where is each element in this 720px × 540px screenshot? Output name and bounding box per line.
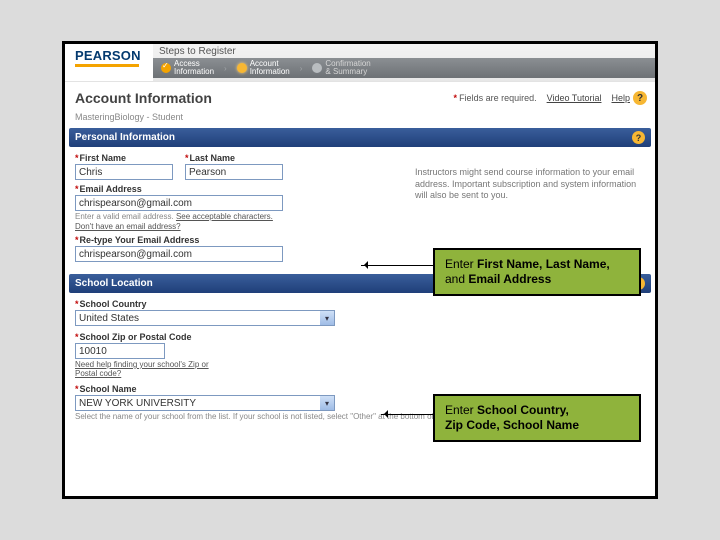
top-bar: PEARSON Steps to Register Access Informa…: [65, 44, 655, 82]
school-band-label: School Location: [75, 278, 153, 289]
step-access-info: Access Information: [153, 58, 222, 78]
country-field: *School Country United States ▾: [75, 299, 335, 326]
registration-frame: PEARSON Steps to Register Access Informa…: [62, 41, 658, 499]
step-separator: ›: [222, 64, 229, 73]
step-confirmation: Confirmation & Summary: [304, 58, 378, 78]
email-label: *Email Address: [75, 184, 283, 194]
step3-line2: & Summary: [325, 67, 367, 76]
callout-school: Enter School Country, Zip Code, School N…: [433, 394, 641, 442]
email-input[interactable]: [75, 195, 283, 211]
help-icon[interactable]: ?: [633, 91, 647, 105]
first-name-input[interactable]: [75, 164, 173, 180]
callout-personal: Enter First Name, Last Name, and Email A…: [433, 248, 641, 296]
help-link[interactable]: Help: [611, 93, 630, 103]
no-email-link[interactable]: Don't have an email address?: [75, 222, 283, 231]
acceptable-chars-link[interactable]: See acceptable characters.: [176, 212, 273, 221]
step-separator: ›: [298, 64, 305, 73]
first-name-label: *First Name: [75, 153, 173, 163]
page-header: Account Information *Fields are required…: [65, 82, 655, 110]
product-subtitle: MasteringBiology - Student: [65, 110, 655, 124]
steps-bar: Access Information › Account Information…: [153, 58, 655, 78]
school-select[interactable]: NEW YORK UNIVERSITY: [75, 395, 335, 411]
video-tutorial-link[interactable]: Video Tutorial: [547, 93, 602, 103]
last-name-field: *Last Name: [185, 153, 283, 180]
steps-wrap: Steps to Register Access Information › A…: [153, 44, 655, 81]
required-note: *Fields are required.: [454, 93, 537, 103]
country-select[interactable]: United States: [75, 310, 335, 326]
header-right: *Fields are required. Video Tutorial Hel…: [454, 91, 647, 105]
zip-input[interactable]: [75, 343, 165, 359]
email-hint: Enter a valid email address. See accepta…: [75, 212, 283, 221]
zip-label: *School Zip or Postal Code: [75, 332, 225, 342]
step1-line2: Information: [174, 67, 214, 76]
check-icon: [161, 63, 171, 73]
first-name-field: *First Name: [75, 153, 173, 180]
last-name-input[interactable]: [185, 164, 283, 180]
school-name-field: *School Name NEW YORK UNIVERSITY ▾ Selec…: [75, 384, 335, 421]
country-select-wrap: United States ▾: [75, 310, 335, 326]
school-select-wrap: NEW YORK UNIVERSITY ▾: [75, 395, 335, 411]
current-step-icon: [237, 63, 247, 73]
page-title: Account Information: [75, 90, 212, 106]
logo-underline: [75, 64, 139, 67]
personal-band-label: Personal Information: [75, 132, 175, 143]
arrow-icon: [361, 265, 433, 266]
zip-help-link[interactable]: Need help finding your school's Zip or P…: [75, 360, 225, 378]
step-account-info: Account Information: [229, 58, 298, 78]
retype-email-field: *Re-type Your Email Address: [75, 235, 283, 262]
pending-step-icon: [312, 63, 322, 73]
help-icon[interactable]: ?: [632, 131, 645, 144]
arrow-icon: [381, 414, 435, 415]
retype-email-label: *Re-type Your Email Address: [75, 235, 283, 245]
email-field: *Email Address Enter a valid email addre…: [75, 184, 283, 231]
retype-email-input[interactable]: [75, 246, 283, 262]
personal-band-wrap: Personal Information ?: [69, 128, 651, 147]
zip-field: *School Zip or Postal Code Need help fin…: [75, 332, 225, 378]
country-label: *School Country: [75, 299, 335, 309]
personal-left: *First Name *Last Name *Email Address En…: [75, 153, 403, 266]
last-name-label: *Last Name: [185, 153, 283, 163]
brand-text: PEARSON: [75, 48, 141, 63]
school-name-label: *School Name: [75, 384, 335, 394]
pearson-logo: PEARSON: [65, 44, 153, 81]
personal-info-band: Personal Information ?: [69, 128, 651, 147]
help-group: Help ?: [611, 91, 647, 105]
step2-line2: Information: [250, 67, 290, 76]
steps-title: Steps to Register: [153, 44, 655, 58]
